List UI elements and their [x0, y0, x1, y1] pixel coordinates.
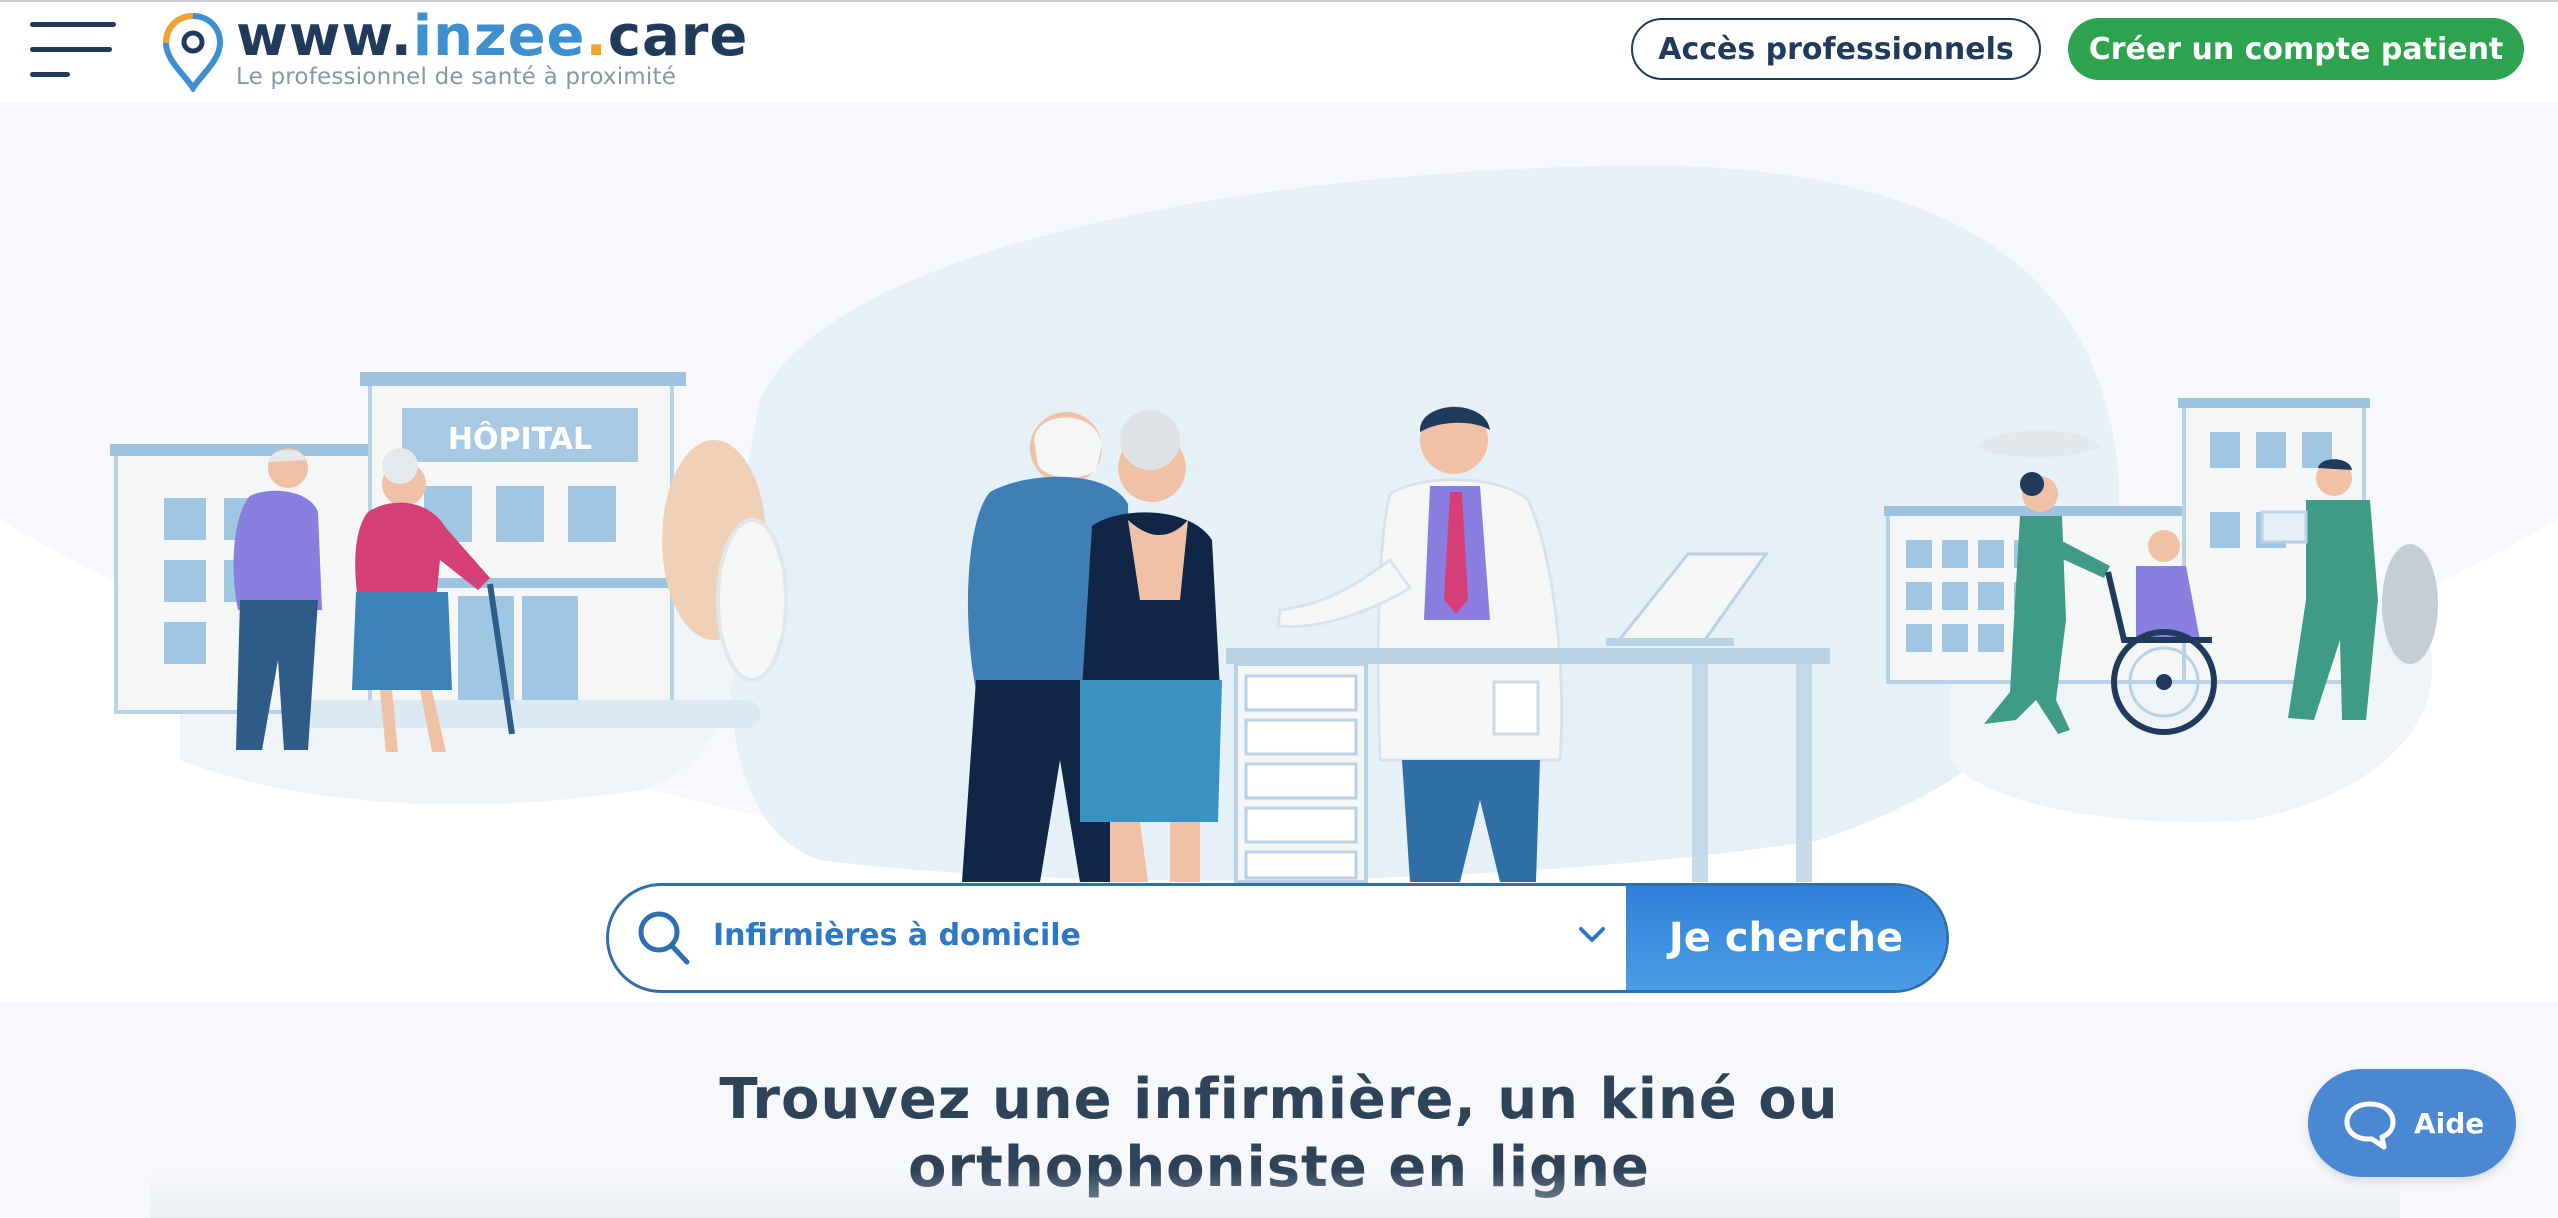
hero-illustration: HÔPITAL	[0, 165, 2558, 1002]
headline-line-1: Trouvez une infirmière, un kiné ou	[719, 1067, 1839, 1132]
search-button[interactable]: Je cherche	[1626, 886, 1946, 990]
site-header: www.inzee.care Le professionnel de santé…	[0, 2, 2558, 102]
help-label: Aide	[2414, 1107, 2485, 1140]
chevron-down-icon[interactable]	[1577, 924, 1607, 946]
professional-access-button[interactable]: Accès professionnels	[1631, 18, 2041, 80]
create-patient-account-button[interactable]: Créer un compte patient	[2068, 18, 2524, 80]
bottom-shadow	[150, 1170, 2400, 1218]
menu-icon[interactable]	[30, 20, 118, 80]
search-icon	[638, 911, 690, 965]
location-pin-icon	[162, 12, 224, 92]
specialty-select[interactable]: Infirmières à domicile	[713, 918, 1081, 953]
site-logo[interactable]: www.inzee.care Le professionnel de santé…	[162, 4, 747, 92]
chat-bubble-icon	[2344, 1101, 2396, 1150]
help-button[interactable]: Aide	[2308, 1069, 2516, 1177]
logo-tagline: Le professionnel de santé à proximité	[236, 64, 677, 90]
logo-wordmark: www.inzee.care	[236, 4, 749, 69]
hospital-sign-text: HÔPITAL	[448, 420, 592, 457]
search-bar: Infirmières à domicile Je cherche	[606, 883, 1949, 993]
